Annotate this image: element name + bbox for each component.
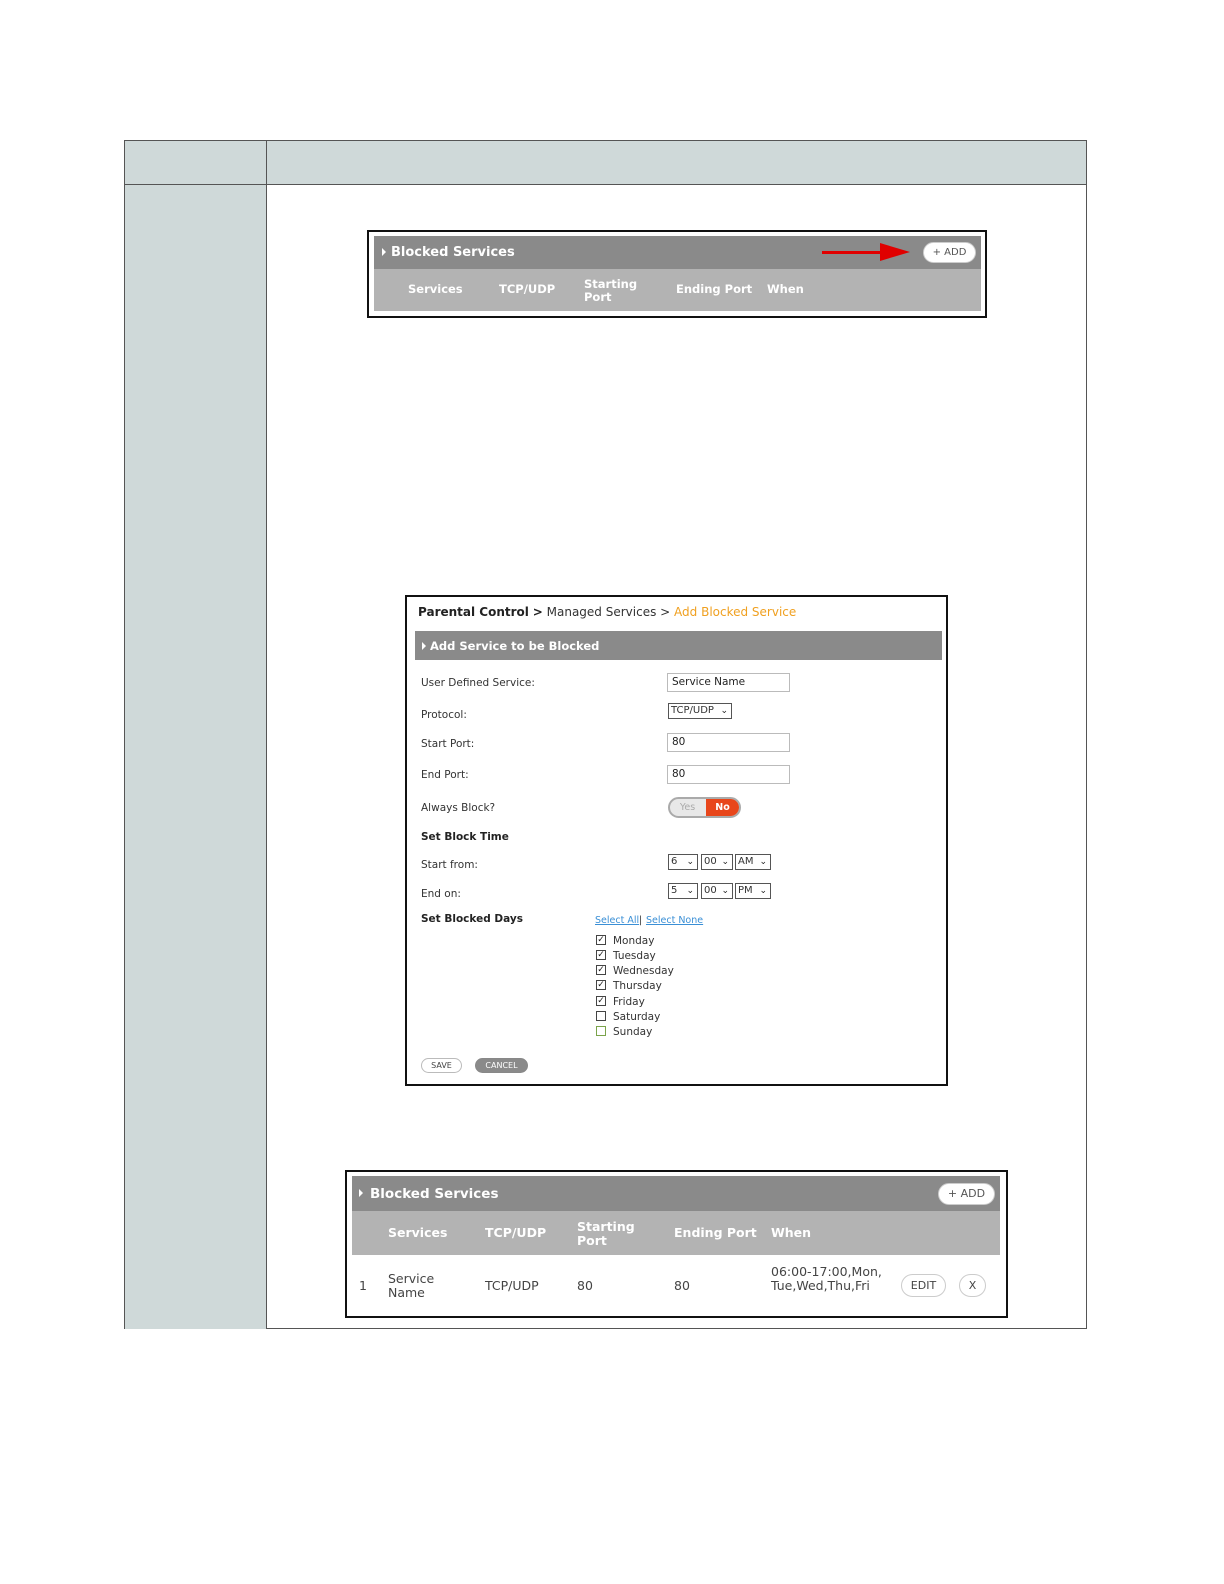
row-when: 06:00-17:00,Mon,Tue,Wed,Thu,Fri (771, 1264, 882, 1294)
table-column-header: Services TCP/UDP Starting Port Ending Po… (352, 1211, 1000, 1255)
table-left-column (125, 185, 267, 1329)
day-label: Thursday (613, 980, 662, 992)
link-separator: | (639, 915, 643, 926)
col-when: When (767, 282, 804, 296)
protocol-value: TCP/UDP (671, 705, 714, 716)
start-minute-select[interactable]: 00 ⌄ (701, 854, 733, 870)
row-index: 1 (359, 1278, 367, 1293)
start-ampm-select[interactable]: AM ⌄ (735, 854, 771, 870)
set-block-time-heading: Set Block Time (421, 831, 509, 843)
breadcrumb: Parental Control > Managed Services > Ad… (418, 605, 796, 619)
day-label: Tuesday (613, 950, 656, 962)
day-label: Wednesday (613, 965, 674, 977)
cancel-button[interactable]: CANCEL (475, 1058, 528, 1073)
toggle-yes[interactable]: Yes (670, 799, 705, 816)
table-header-row (125, 141, 1086, 185)
day-checkbox[interactable]: ✓ (596, 935, 606, 945)
col-starting-port: Starting Port (577, 1219, 635, 1248)
col-tcp-udp: TCP/UDP (499, 282, 556, 296)
chevron-down-icon: ⌄ (686, 857, 694, 867)
breadcrumb-current: Add Blocked Service (674, 605, 797, 619)
add-button[interactable]: + ADD (938, 1183, 995, 1205)
blocked-services-bar: Blocked Services (352, 1176, 1000, 1211)
set-blocked-days-heading: Set Blocked Days (421, 913, 523, 925)
chevron-down-icon: ⌄ (721, 886, 729, 896)
start-from-label: Start from: (421, 859, 478, 871)
always-block-label: Always Block? (421, 802, 496, 814)
delete-button[interactable]: X (959, 1274, 986, 1297)
day-label: Monday (613, 935, 655, 947)
col-services: Services (388, 1225, 448, 1240)
start-hour-value: 6 (671, 856, 678, 867)
collapse-triangle-icon (422, 642, 426, 650)
end-ampm-select[interactable]: PM ⌄ (735, 883, 771, 899)
day-checkbox[interactable]: ✓ (596, 950, 606, 960)
col-services: Services (408, 282, 463, 296)
collapse-triangle-icon (359, 1189, 363, 1197)
col-when: When (771, 1225, 812, 1240)
service-name-input[interactable]: Service Name (667, 673, 790, 692)
day-label: Sunday (613, 1026, 653, 1038)
collapse-triangle-icon (382, 248, 386, 256)
toggle-no[interactable]: No (706, 799, 739, 816)
row-start-port: 80 (577, 1278, 593, 1293)
day-checkbox[interactable]: ✓ (596, 996, 606, 1006)
panel-title: Blocked Services (391, 245, 515, 260)
protocol-select[interactable]: TCP/UDP ⌄ (668, 703, 732, 719)
chevron-down-icon: ⌄ (759, 886, 767, 896)
end-on-label: End on: (421, 888, 461, 900)
chevron-down-icon: ⌄ (759, 857, 767, 867)
select-all-link[interactable]: Select All (595, 915, 639, 926)
protocol-label: Protocol: (421, 709, 467, 721)
row-service: Service Name (388, 1271, 435, 1301)
end-port-input[interactable]: 80 (667, 765, 790, 784)
red-arrow-icon (822, 251, 888, 254)
day-checkbox[interactable] (596, 1011, 606, 1021)
row-end-port: 80 (674, 1278, 690, 1293)
chevron-down-icon: ⌄ (686, 886, 694, 896)
start-ampm-value: AM (738, 856, 754, 867)
col-starting-port: Starting Port (584, 277, 638, 304)
col-ending-port: Ending Port (674, 1225, 757, 1240)
start-minute-value: 00 (704, 856, 717, 867)
col-ending-port: Ending Port (676, 282, 753, 296)
breadcrumb-separator: > (660, 605, 671, 619)
day-label: Saturday (613, 1011, 661, 1023)
day-checkbox[interactable] (596, 1026, 606, 1036)
start-port-input[interactable]: 80 (667, 733, 790, 752)
edit-button[interactable]: EDIT (901, 1274, 946, 1297)
save-button[interactable]: SAVE (421, 1058, 462, 1073)
breadcrumb-root[interactable]: Parental Control (418, 605, 529, 619)
day-checkbox[interactable]: ✓ (596, 980, 606, 990)
section-bar: Add Service to be Blocked (415, 631, 942, 660)
col-tcp-udp: TCP/UDP (485, 1225, 547, 1240)
breadcrumb-managed-services[interactable]: Managed Services (547, 605, 657, 619)
day-checkbox[interactable]: ✓ (596, 965, 606, 975)
add-button[interactable]: + ADD (923, 242, 976, 263)
always-block-toggle[interactable]: Yes No (668, 797, 741, 818)
end-hour-value: 5 (671, 885, 678, 896)
end-minute-select[interactable]: 00 ⌄ (701, 883, 733, 899)
end-minute-value: 00 (704, 885, 717, 896)
red-arrowhead-icon (880, 243, 910, 261)
header-divider (266, 141, 267, 185)
chevron-down-icon: ⌄ (720, 706, 728, 716)
end-ampm-value: PM (738, 885, 753, 896)
panel-title: Blocked Services (370, 1186, 499, 1202)
end-hour-select[interactable]: 5 ⌄ (668, 883, 698, 899)
user-defined-service-label: User Defined Service: (421, 677, 535, 689)
table-column-header: Services TCP/UDP Starting Port Ending Po… (374, 269, 981, 311)
end-port-label: End Port: (421, 769, 469, 781)
row-protocol: TCP/UDP (485, 1278, 539, 1293)
select-none-link[interactable]: Select None (646, 915, 703, 926)
breadcrumb-separator: > (532, 605, 543, 619)
start-port-label: Start Port: (421, 738, 475, 750)
chevron-down-icon: ⌄ (721, 857, 729, 867)
day-label: Friday (613, 996, 645, 1008)
start-hour-select[interactable]: 6 ⌄ (668, 854, 698, 870)
section-title: Add Service to be Blocked (430, 639, 600, 653)
